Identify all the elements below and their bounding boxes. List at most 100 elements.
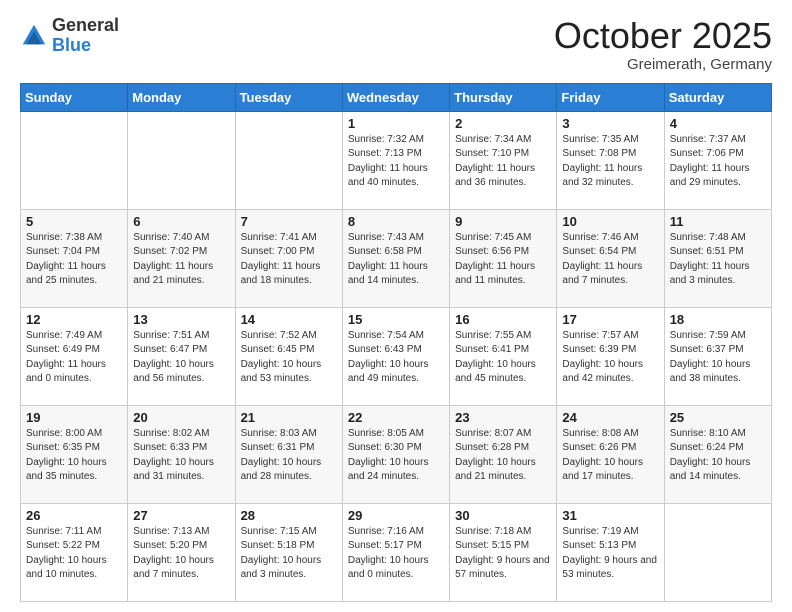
day-info: Sunrise: 7:51 AM Sunset: 6:47 PM Dayligh… bbox=[133, 329, 229, 387]
day-number: 15 bbox=[348, 312, 444, 327]
day-info: Sunrise: 8:05 AM Sunset: 6:30 PM Dayligh… bbox=[348, 427, 444, 485]
logo-icon bbox=[20, 22, 48, 50]
day-info: Sunrise: 8:07 AM Sunset: 6:28 PM Dayligh… bbox=[455, 427, 551, 485]
calendar-cell: 12 Sunrise: 7:49 AM Sunset: 6:49 PM Dayli… bbox=[21, 307, 128, 405]
calendar-header: Sunday Monday Tuesday Wednesday Thursday… bbox=[21, 83, 772, 111]
calendar-cell bbox=[128, 111, 235, 209]
day-number: 17 bbox=[562, 312, 658, 327]
day-number: 11 bbox=[670, 214, 766, 229]
day-info: Sunrise: 7:11 AM Sunset: 5:22 PM Dayligh… bbox=[26, 525, 122, 583]
logo: General Blue bbox=[20, 16, 119, 56]
day-number: 4 bbox=[670, 116, 766, 131]
day-info: Sunrise: 7:52 AM Sunset: 6:45 PM Dayligh… bbox=[241, 329, 337, 387]
col-monday: Monday bbox=[128, 83, 235, 111]
calendar-week-4: 19 Sunrise: 8:00 AM Sunset: 6:35 PM Dayli… bbox=[21, 405, 772, 503]
day-info: Sunrise: 7:49 AM Sunset: 6:49 PM Dayligh… bbox=[26, 329, 122, 387]
col-sunday: Sunday bbox=[21, 83, 128, 111]
logo-general-text: General bbox=[52, 16, 119, 36]
calendar-cell bbox=[21, 111, 128, 209]
location: Greimerath, Germany bbox=[554, 56, 772, 73]
calendar-cell: 13 Sunrise: 7:51 AM Sunset: 6:47 PM Dayli… bbox=[128, 307, 235, 405]
calendar-cell: 2Sunrise: 7:34 AM Sunset: 7:10 PM Daylig… bbox=[450, 111, 557, 209]
calendar-cell: 18Sunrise: 7:59 AM Sunset: 6:37 PM Dayli… bbox=[664, 307, 771, 405]
calendar-cell: 1 Sunrise: 7:32 AM Sunset: 7:13 PM Daylig… bbox=[342, 111, 449, 209]
calendar-cell: 29 Sunrise: 7:16 AM Sunset: 5:17 PM Dayli… bbox=[342, 503, 449, 601]
calendar-cell: 22 Sunrise: 8:05 AM Sunset: 6:30 PM Dayli… bbox=[342, 405, 449, 503]
calendar-cell: 5 Sunrise: 7:38 AM Sunset: 7:04 PM Daylig… bbox=[21, 209, 128, 307]
calendar-week-5: 26 Sunrise: 7:11 AM Sunset: 5:22 PM Dayli… bbox=[21, 503, 772, 601]
calendar-cell bbox=[235, 111, 342, 209]
page: General Blue October 2025 Greimerath, Ge… bbox=[0, 0, 792, 612]
calendar-cell: 6 Sunrise: 7:40 AM Sunset: 7:02 PM Daylig… bbox=[128, 209, 235, 307]
calendar-week-3: 12 Sunrise: 7:49 AM Sunset: 6:49 PM Dayli… bbox=[21, 307, 772, 405]
calendar-cell: 4 Sunrise: 7:37 AM Sunset: 7:06 PM Daylig… bbox=[664, 111, 771, 209]
day-number: 25 bbox=[670, 410, 766, 425]
day-number: 27 bbox=[133, 508, 229, 523]
day-info: Sunrise: 8:10 AM Sunset: 6:24 PM Dayligh… bbox=[670, 427, 766, 485]
day-info: Sunrise: 8:03 AM Sunset: 6:31 PM Dayligh… bbox=[241, 427, 337, 485]
calendar-cell: 31Sunrise: 7:19 AM Sunset: 5:13 PM Dayli… bbox=[557, 503, 664, 601]
calendar-cell: 24Sunrise: 8:08 AM Sunset: 6:26 PM Dayli… bbox=[557, 405, 664, 503]
day-info: Sunrise: 7:18 AM Sunset: 5:15 PM Dayligh… bbox=[455, 525, 551, 583]
calendar-cell: 15 Sunrise: 7:54 AM Sunset: 6:43 PM Dayli… bbox=[342, 307, 449, 405]
day-number: 13 bbox=[133, 312, 229, 327]
col-friday: Friday bbox=[557, 83, 664, 111]
day-number: 19 bbox=[26, 410, 122, 425]
calendar-week-1: 1 Sunrise: 7:32 AM Sunset: 7:13 PM Daylig… bbox=[21, 111, 772, 209]
day-number: 12 bbox=[26, 312, 122, 327]
day-number: 5 bbox=[26, 214, 122, 229]
calendar-week-2: 5 Sunrise: 7:38 AM Sunset: 7:04 PM Daylig… bbox=[21, 209, 772, 307]
calendar-cell: 3Sunrise: 7:35 AM Sunset: 7:08 PM Daylig… bbox=[557, 111, 664, 209]
day-info: Sunrise: 8:00 AM Sunset: 6:35 PM Dayligh… bbox=[26, 427, 122, 485]
day-number: 7 bbox=[241, 214, 337, 229]
logo-text: General Blue bbox=[52, 16, 119, 56]
day-info: Sunrise: 8:02 AM Sunset: 6:33 PM Dayligh… bbox=[133, 427, 229, 485]
calendar-cell: 11 Sunrise: 7:48 AM Sunset: 6:51 PM Dayli… bbox=[664, 209, 771, 307]
calendar-cell: 16Sunrise: 7:55 AM Sunset: 6:41 PM Dayli… bbox=[450, 307, 557, 405]
day-number: 24 bbox=[562, 410, 658, 425]
calendar-cell: 7 Sunrise: 7:41 AM Sunset: 7:00 PM Daylig… bbox=[235, 209, 342, 307]
day-info: Sunrise: 7:19 AM Sunset: 5:13 PM Dayligh… bbox=[562, 525, 658, 583]
day-info: Sunrise: 7:32 AM Sunset: 7:13 PM Dayligh… bbox=[348, 133, 444, 191]
logo-blue-text: Blue bbox=[52, 36, 119, 56]
day-info: Sunrise: 7:38 AM Sunset: 7:04 PM Dayligh… bbox=[26, 231, 122, 289]
day-info: Sunrise: 7:43 AM Sunset: 6:58 PM Dayligh… bbox=[348, 231, 444, 289]
day-info: Sunrise: 7:48 AM Sunset: 6:51 PM Dayligh… bbox=[670, 231, 766, 289]
header-row: Sunday Monday Tuesday Wednesday Thursday… bbox=[21, 83, 772, 111]
day-info: Sunrise: 7:54 AM Sunset: 6:43 PM Dayligh… bbox=[348, 329, 444, 387]
day-number: 1 bbox=[348, 116, 444, 131]
day-info: Sunrise: 7:34 AM Sunset: 7:10 PM Dayligh… bbox=[455, 133, 551, 191]
day-info: Sunrise: 7:40 AM Sunset: 7:02 PM Dayligh… bbox=[133, 231, 229, 289]
day-number: 23 bbox=[455, 410, 551, 425]
day-number: 6 bbox=[133, 214, 229, 229]
day-number: 26 bbox=[26, 508, 122, 523]
col-wednesday: Wednesday bbox=[342, 83, 449, 111]
calendar-cell: 27Sunrise: 7:13 AM Sunset: 5:20 PM Dayli… bbox=[128, 503, 235, 601]
header: General Blue October 2025 Greimerath, Ge… bbox=[20, 16, 772, 73]
calendar-cell bbox=[664, 503, 771, 601]
col-thursday: Thursday bbox=[450, 83, 557, 111]
calendar-cell: 8 Sunrise: 7:43 AM Sunset: 6:58 PM Daylig… bbox=[342, 209, 449, 307]
day-info: Sunrise: 7:41 AM Sunset: 7:00 PM Dayligh… bbox=[241, 231, 337, 289]
day-number: 22 bbox=[348, 410, 444, 425]
calendar-table: Sunday Monday Tuesday Wednesday Thursday… bbox=[20, 83, 772, 602]
day-number: 8 bbox=[348, 214, 444, 229]
calendar-body: 1 Sunrise: 7:32 AM Sunset: 7:13 PM Daylig… bbox=[21, 111, 772, 601]
day-info: Sunrise: 7:57 AM Sunset: 6:39 PM Dayligh… bbox=[562, 329, 658, 387]
col-tuesday: Tuesday bbox=[235, 83, 342, 111]
calendar-cell: 17 Sunrise: 7:57 AM Sunset: 6:39 PM Dayli… bbox=[557, 307, 664, 405]
col-saturday: Saturday bbox=[664, 83, 771, 111]
day-number: 9 bbox=[455, 214, 551, 229]
month-title: October 2025 bbox=[554, 16, 772, 56]
day-number: 18 bbox=[670, 312, 766, 327]
day-number: 14 bbox=[241, 312, 337, 327]
day-number: 29 bbox=[348, 508, 444, 523]
day-info: Sunrise: 7:15 AM Sunset: 5:18 PM Dayligh… bbox=[241, 525, 337, 583]
calendar-cell: 26 Sunrise: 7:11 AM Sunset: 5:22 PM Dayli… bbox=[21, 503, 128, 601]
day-info: Sunrise: 7:37 AM Sunset: 7:06 PM Dayligh… bbox=[670, 133, 766, 191]
day-info: Sunrise: 7:16 AM Sunset: 5:17 PM Dayligh… bbox=[348, 525, 444, 583]
calendar-cell: 20Sunrise: 8:02 AM Sunset: 6:33 PM Dayli… bbox=[128, 405, 235, 503]
header-right: October 2025 Greimerath, Germany bbox=[554, 16, 772, 73]
day-number: 30 bbox=[455, 508, 551, 523]
calendar-cell: 9Sunrise: 7:45 AM Sunset: 6:56 PM Daylig… bbox=[450, 209, 557, 307]
